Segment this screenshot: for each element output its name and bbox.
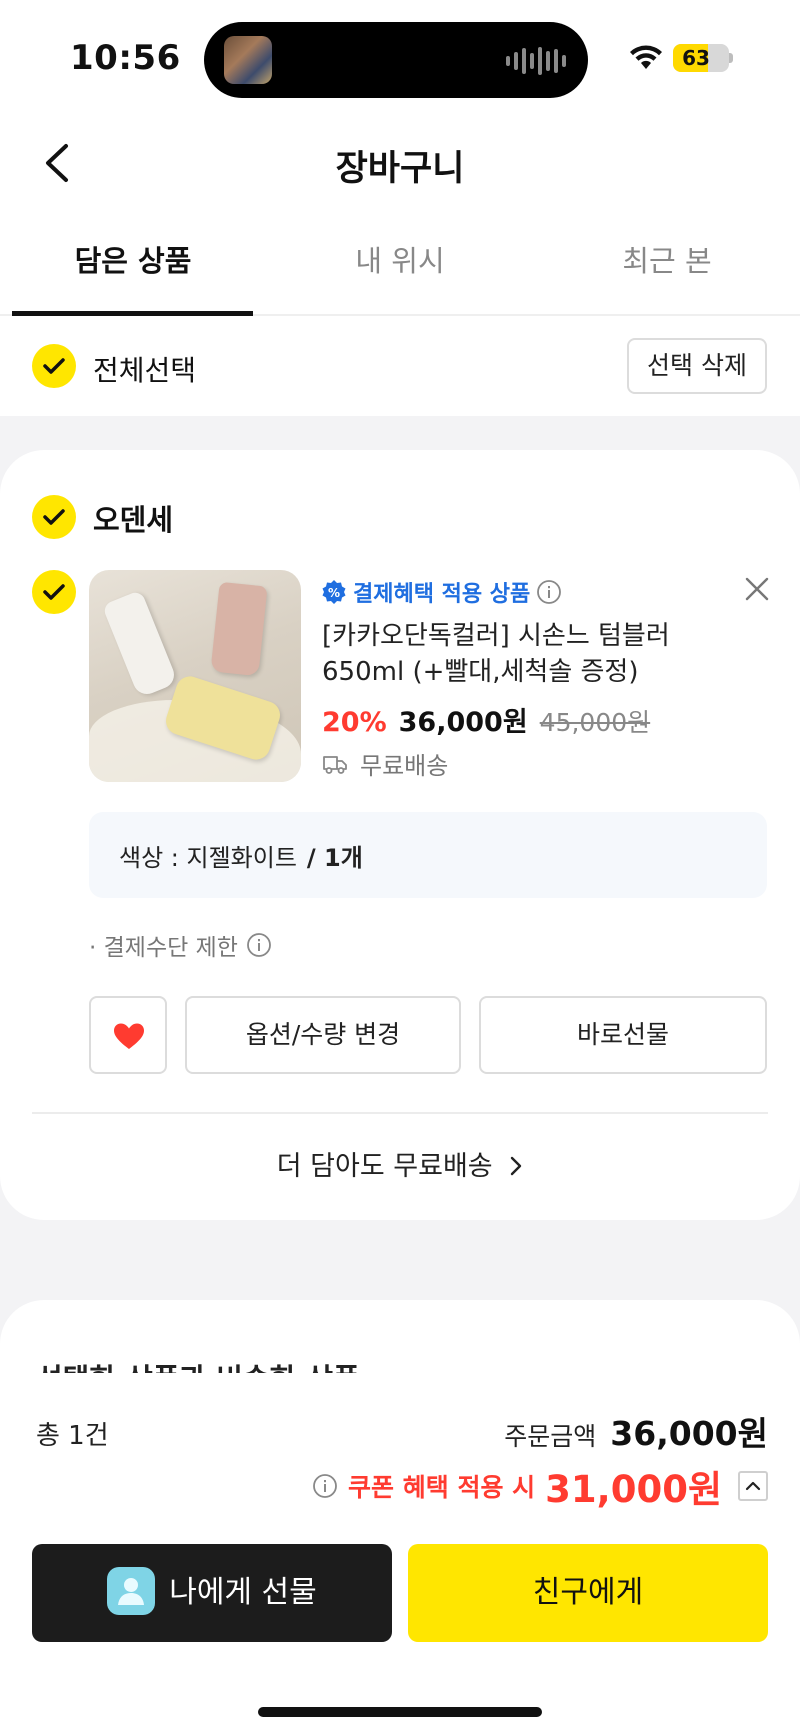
dynamic-island-artwork-icon <box>224 36 272 84</box>
gift-to-friend-button[interactable]: 친구에게 <box>408 1544 768 1642</box>
divider <box>32 1112 768 1114</box>
page-header: 장바구니 <box>0 118 800 208</box>
checkmark-icon <box>43 358 65 374</box>
price-row: 20% 36,000원 45,000원 <box>322 700 650 739</box>
wifi-icon <box>630 45 662 69</box>
checkmark-icon <box>43 509 65 525</box>
payment-benefit-label: 결제혜택 적용 상품 <box>353 582 531 607</box>
order-amount: 36,000원 <box>610 1414 768 1453</box>
shipping-info: 무료배송 <box>322 746 448 781</box>
order-amount-label: 주문금액 <box>504 1422 597 1451</box>
status-bar: 10:56 63 <box>0 0 800 118</box>
payment-limit-notice: · 결제수단 제한 <box>89 928 272 962</box>
quantity-label: / 1개 <box>306 844 363 872</box>
gift-to-self-label: 나에게 선물 <box>169 1575 317 1610</box>
delete-selected-button[interactable]: 선택 삭제 <box>627 338 767 394</box>
order-amount-row: 주문금액 36,000원 <box>504 1407 768 1455</box>
coupon-benefit-amount: 31,000원 <box>545 1468 722 1511</box>
tab-wishlist[interactable]: 내 위시 <box>267 238 533 280</box>
tab-recently-viewed[interactable]: 최근 본 <box>534 238 800 280</box>
checkmark-icon <box>43 584 65 600</box>
original-price: 45,000원 <box>539 708 651 737</box>
order-summary-bar: 총 1건 주문금액 36,000원 쿠폰 혜택 적용 시 31,000원 나에게… <box>0 1373 800 1735</box>
sale-price: 36,000원 <box>398 707 528 738</box>
status-time: 10:56 <box>70 38 181 78</box>
more-free-shipping-label: 더 담아도 무료배송 <box>276 1151 493 1182</box>
heart-icon <box>114 1023 144 1049</box>
select-all-label: 전체선택 <box>93 354 197 387</box>
info-icon[interactable] <box>246 932 272 958</box>
info-icon[interactable] <box>536 579 562 605</box>
item-checkbox[interactable] <box>32 570 76 614</box>
dynamic-island[interactable] <box>204 22 588 98</box>
option-label: 색상 : 지젤화이트 <box>119 844 297 872</box>
change-option-button[interactable]: 옵션/수량 변경 <box>185 996 461 1074</box>
gift-now-button[interactable]: 바로선물 <box>479 996 767 1074</box>
coupon-benefit-label: 쿠폰 혜택 적용 시 <box>348 1473 536 1502</box>
gift-to-self-button[interactable]: 나에게 선물 <box>32 1544 392 1642</box>
store-name[interactable]: 오덴세 <box>93 497 173 539</box>
more-free-shipping-link[interactable]: 더 담아도 무료배송 <box>0 1144 800 1183</box>
chevron-right-icon <box>511 1156 522 1176</box>
home-indicator[interactable] <box>258 1707 542 1717</box>
coupon-benefit-row[interactable]: 쿠폰 혜택 적용 시 31,000원 <box>312 1459 768 1513</box>
audio-waveform-icon <box>506 46 566 76</box>
user-avatar-icon <box>107 1566 156 1615</box>
select-all-bar: 전체선택 선택 삭제 <box>0 316 800 416</box>
option-summary: 색상 : 지젤화이트 / 1개 <box>89 812 767 898</box>
delivery-truck-icon <box>323 755 347 774</box>
shipping-label: 무료배송 <box>360 752 449 780</box>
svg-text:%: % <box>328 586 340 600</box>
product-image[interactable] <box>89 570 301 782</box>
info-icon[interactable] <box>312 1473 338 1499</box>
item-count: 총 1건 <box>36 1421 109 1451</box>
tab-cart-items[interactable]: 담은 상품 <box>0 238 266 280</box>
expand-summary-button[interactable] <box>738 1471 768 1501</box>
select-all-checkbox[interactable] <box>32 344 76 388</box>
store-checkbox[interactable] <box>32 495 76 539</box>
remove-item-close-icon[interactable] <box>744 576 770 602</box>
payment-limit-label: · 결제수단 제한 <box>89 935 238 961</box>
page-title: 장바구니 <box>335 149 465 189</box>
battery-level: 63 <box>682 46 710 70</box>
battery-icon: 63 <box>673 44 729 72</box>
battery-tip <box>729 53 733 63</box>
store-card: 오덴세 % 결제혜택 적용 상품 [카카오단독컬러] 시손느 텀블러 650ml… <box>0 450 800 1220</box>
wish-button[interactable] <box>89 996 167 1074</box>
discount-rate: 20% <box>322 707 387 738</box>
product-name[interactable]: [카카오단독컬러] 시손느 텀블러 650ml (+빨대,세척솔 증정) <box>322 618 732 690</box>
chevron-up-icon <box>745 1481 761 1491</box>
tab-bar: 담은 상품 내 위시 최근 본 <box>0 208 800 316</box>
verified-badge-icon: % <box>322 580 346 604</box>
payment-benefit-badge: % 결제혜택 적용 상품 <box>321 576 562 608</box>
